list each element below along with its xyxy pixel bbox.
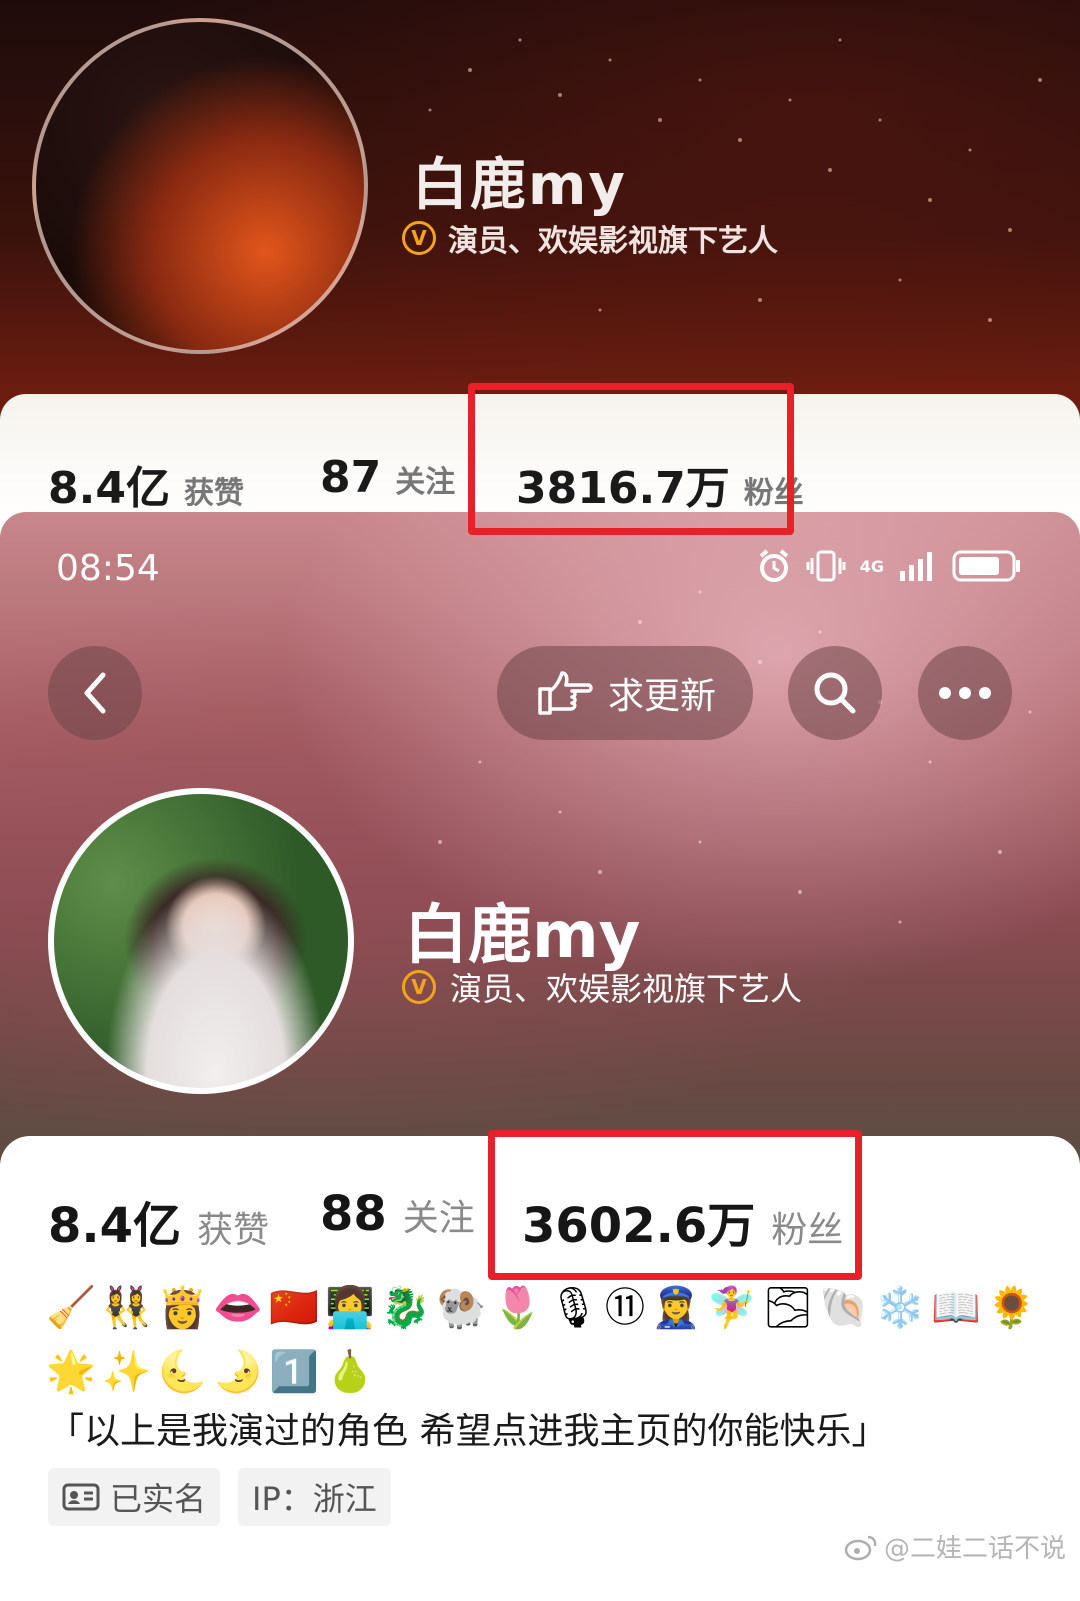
bio-emoji-row: 🧹👯‍♀️👸👄🇨🇳👩‍💻🐉🐏🌷🎙⑪👮‍♀️🧚‍♀️🌫🐚❄️📖🌻 xyxy=(46,1285,1043,1331)
more-options-button[interactable] xyxy=(918,646,1012,740)
request-update-label: 求更新 xyxy=(607,676,716,717)
verification-line: V 演员、欢娱影视旗下艺人 xyxy=(402,964,802,1010)
request-update-button[interactable]: 求更新 xyxy=(497,646,753,740)
current-profile-screenshot: 08:54 4G 求更新 白鹿my V 演员、欢娱影视旗下艺人 8.4亿 获赞 … xyxy=(0,512,1080,1601)
back-button[interactable] xyxy=(48,646,142,740)
bio-emoji-row: 🌟✨🌜🌛1️⃣🍐 xyxy=(46,1349,381,1395)
more-dots-icon xyxy=(939,687,991,699)
old-username: 白鹿my xyxy=(412,153,627,218)
status-time: 08:54 xyxy=(56,548,160,589)
following-label: 关注 xyxy=(402,1198,475,1239)
network-type: 4G xyxy=(859,556,884,576)
weibo-logo-icon xyxy=(844,1535,877,1560)
signal-icon xyxy=(900,552,932,581)
real-name-tag[interactable]: 已实名 xyxy=(48,1468,221,1526)
search-button[interactable] xyxy=(788,646,882,740)
ip-location-label: IP：浙江 xyxy=(252,1480,377,1518)
old-avatar xyxy=(32,18,368,354)
verified-badge-icon: V xyxy=(402,221,436,255)
watermark-text: @二娃二话不说 xyxy=(883,1534,1066,1564)
old-stat-following: 87 关注 xyxy=(320,452,455,503)
verified-badge-icon: V xyxy=(402,970,436,1004)
highlight-old-followers xyxy=(468,383,794,535)
stat-following[interactable]: 88 关注 xyxy=(320,1186,475,1242)
username: 白鹿my xyxy=(404,899,641,973)
id-card-icon xyxy=(62,1483,100,1511)
old-verification-text: 演员、欢娱影视旗下艺人 xyxy=(448,224,778,259)
old-likes-count: 8.4亿 xyxy=(48,463,170,514)
chevron-left-icon xyxy=(84,672,106,714)
old-stat-likes: 8.4亿 获赞 xyxy=(48,452,244,516)
ip-location-tag: IP：浙江 xyxy=(238,1468,391,1526)
following-count: 88 xyxy=(320,1186,387,1242)
pointing-hand-icon xyxy=(538,671,593,715)
watermark: @二娃二话不说 xyxy=(844,1528,1066,1565)
old-following-label: 关注 xyxy=(395,465,456,500)
old-likes-label: 获赞 xyxy=(183,476,244,511)
vibrate-icon xyxy=(806,550,846,582)
verification-text: 演员、欢娱影视旗下艺人 xyxy=(450,970,803,1008)
old-following-count: 87 xyxy=(320,452,382,503)
likes-label: 获赞 xyxy=(197,1210,270,1251)
avatar[interactable] xyxy=(48,788,354,1094)
real-name-label: 已实名 xyxy=(110,1480,207,1518)
status-icons: 4G xyxy=(756,548,1022,584)
likes-count: 8.4亿 xyxy=(48,1198,182,1254)
alarm-icon xyxy=(759,549,789,582)
battery-icon xyxy=(952,550,1020,582)
old-verification-line: V 演员、欢娱影视旗下艺人 xyxy=(402,216,778,260)
bio-text: 「以上是我演过的角色 希望点进我主页的你能快乐」 xyxy=(48,1411,888,1452)
stat-likes[interactable]: 8.4亿 获赞 xyxy=(48,1186,269,1256)
search-icon xyxy=(814,672,856,714)
highlight-current-followers xyxy=(488,1130,862,1280)
